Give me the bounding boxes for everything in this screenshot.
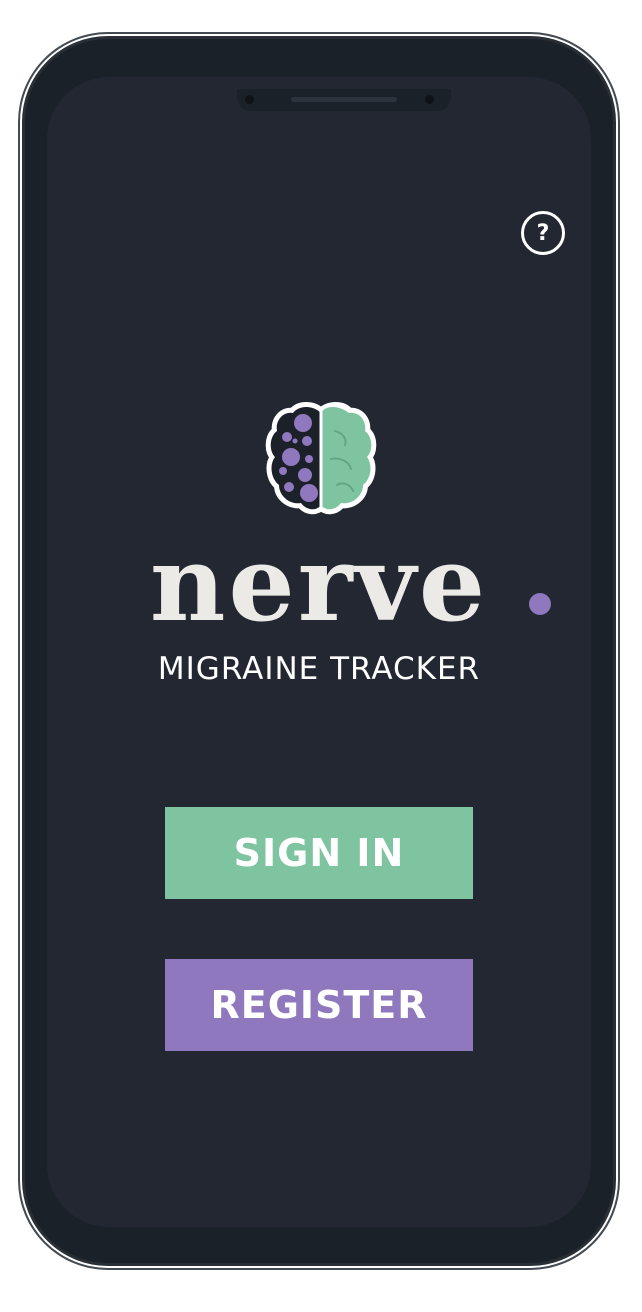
- sign-in-button[interactable]: SIGN IN: [165, 807, 473, 899]
- logo-dot-icon: [529, 593, 551, 615]
- app-tagline: MIGRAINE TRACKER: [157, 651, 481, 687]
- help-button[interactable]: ?: [521, 211, 565, 255]
- phone-notch: [237, 89, 451, 111]
- app-logo-wordmark: nerve: [149, 522, 489, 645]
- phone-frame: ? nerve MIGRAINE TRACKER SIGN IN REGISTE…: [22, 36, 616, 1266]
- app-screen: ? nerve MIGRAINE TRACKER SIGN IN REGISTE…: [47, 77, 591, 1227]
- register-button[interactable]: REGISTER: [165, 959, 473, 1051]
- sensor-icon: [425, 95, 434, 104]
- speaker-grille: [291, 97, 397, 102]
- brain-icon: [265, 402, 377, 515]
- camera-icon: [245, 95, 254, 104]
